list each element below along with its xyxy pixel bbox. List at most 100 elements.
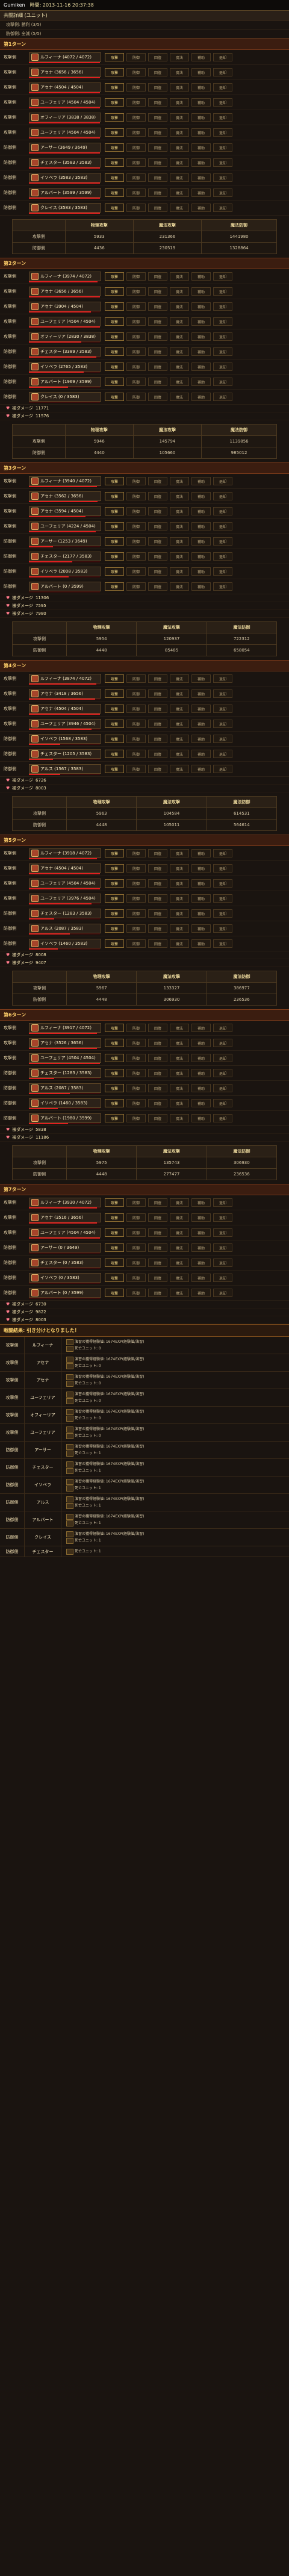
action-button[interactable]: 回復 bbox=[148, 552, 167, 561]
action-button[interactable]: 魔法 bbox=[170, 317, 189, 326]
unit-card[interactable]: ルフィーナ (3917 / 4072) bbox=[29, 1023, 101, 1033]
action-button[interactable]: 補助 bbox=[191, 272, 211, 281]
unit-card[interactable]: ルフィーナ (3874 / 4072) bbox=[29, 674, 101, 683]
action-button[interactable]: 退却 bbox=[213, 552, 232, 561]
action-button[interactable]: 補助 bbox=[191, 552, 211, 561]
action-button[interactable]: 補助 bbox=[191, 522, 211, 530]
action-button[interactable]: 魔法 bbox=[170, 378, 189, 386]
action-button[interactable]: 退却 bbox=[213, 1039, 232, 1047]
action-button[interactable]: 補助 bbox=[191, 720, 211, 728]
action-button[interactable]: 回復 bbox=[148, 393, 167, 401]
action-button[interactable]: 攻撃 bbox=[105, 705, 124, 713]
action-button[interactable]: 回復 bbox=[148, 173, 167, 182]
action-button[interactable]: 魔法 bbox=[170, 582, 189, 591]
action-button[interactable]: 退却 bbox=[213, 1228, 232, 1237]
action-button[interactable]: 攻撃 bbox=[105, 1084, 124, 1092]
action-button[interactable]: 補助 bbox=[191, 68, 211, 76]
action-button[interactable]: 退却 bbox=[213, 1274, 232, 1282]
unit-card[interactable]: ルフィーナ (3974 / 4072) bbox=[29, 272, 101, 281]
action-button[interactable]: 補助 bbox=[191, 477, 211, 485]
action-button[interactable]: 魔法 bbox=[170, 674, 189, 683]
action-button[interactable]: 回復 bbox=[148, 894, 167, 903]
action-button[interactable]: 回復 bbox=[148, 735, 167, 743]
action-button[interactable]: 攻撃 bbox=[105, 317, 124, 326]
action-button[interactable]: 退却 bbox=[213, 204, 232, 212]
action-button[interactable]: 回復 bbox=[148, 1024, 167, 1032]
action-button[interactable]: 補助 bbox=[191, 287, 211, 296]
unit-card[interactable]: アーサー (0 / 3649) bbox=[29, 1243, 101, 1252]
action-button[interactable]: 魔法 bbox=[170, 1114, 189, 1122]
action-button[interactable]: 回復 bbox=[148, 287, 167, 296]
unit-card[interactable]: イソベラ (0 / 3583) bbox=[29, 1273, 101, 1283]
action-button[interactable]: 退却 bbox=[213, 143, 232, 152]
action-button[interactable]: 補助 bbox=[191, 567, 211, 576]
action-button[interactable]: 攻撃 bbox=[105, 113, 124, 122]
action-button[interactable]: 攻撃 bbox=[105, 128, 124, 137]
action-button[interactable]: 攻撃 bbox=[105, 1243, 124, 1252]
action-button[interactable]: 回復 bbox=[148, 879, 167, 888]
action-button[interactable]: 回復 bbox=[148, 113, 167, 122]
action-button[interactable]: 魔法 bbox=[170, 1084, 189, 1092]
action-button[interactable]: 魔法 bbox=[170, 1258, 189, 1267]
unit-card[interactable]: オフィーリア (2830 / 3838) bbox=[29, 332, 101, 341]
action-button[interactable]: 退却 bbox=[213, 317, 232, 326]
action-button[interactable]: 回復 bbox=[148, 1258, 167, 1267]
action-button[interactable]: 補助 bbox=[191, 879, 211, 888]
action-button[interactable]: 退却 bbox=[213, 705, 232, 713]
action-button[interactable]: 攻撃 bbox=[105, 158, 124, 167]
action-button[interactable]: 魔法 bbox=[170, 1099, 189, 1107]
action-button[interactable]: 防御 bbox=[126, 750, 146, 758]
action-button[interactable]: 補助 bbox=[191, 83, 211, 92]
action-button[interactable]: 魔法 bbox=[170, 1213, 189, 1222]
action-button[interactable]: 退却 bbox=[213, 522, 232, 530]
unit-card[interactable]: イソベラ (2765 / 3583) bbox=[29, 362, 101, 372]
action-button[interactable]: 攻撃 bbox=[105, 1069, 124, 1077]
action-button[interactable]: 魔法 bbox=[170, 98, 189, 107]
action-button[interactable]: 防御 bbox=[126, 1039, 146, 1047]
action-button[interactable]: 補助 bbox=[191, 302, 211, 311]
action-button[interactable]: 攻撃 bbox=[105, 1099, 124, 1107]
unit-card[interactable]: オフィーリア (3838 / 3838) bbox=[29, 113, 101, 122]
action-button[interactable]: 防御 bbox=[126, 1069, 146, 1077]
action-button[interactable]: 防御 bbox=[126, 98, 146, 107]
action-button[interactable]: 退却 bbox=[213, 477, 232, 485]
action-button[interactable]: 退却 bbox=[213, 909, 232, 918]
action-button[interactable]: 回復 bbox=[148, 765, 167, 773]
action-button[interactable]: 防御 bbox=[126, 537, 146, 546]
action-button[interactable]: 攻撃 bbox=[105, 477, 124, 485]
action-button[interactable]: 防御 bbox=[126, 879, 146, 888]
action-button[interactable]: 魔法 bbox=[170, 492, 189, 500]
action-button[interactable]: 攻撃 bbox=[105, 879, 124, 888]
action-button[interactable]: 攻撃 bbox=[105, 537, 124, 546]
action-button[interactable]: 補助 bbox=[191, 735, 211, 743]
action-button[interactable]: 退却 bbox=[213, 393, 232, 401]
action-button[interactable]: 防御 bbox=[126, 378, 146, 386]
action-button[interactable]: 退却 bbox=[213, 765, 232, 773]
action-button[interactable]: 退却 bbox=[213, 582, 232, 591]
action-button[interactable]: 魔法 bbox=[170, 1289, 189, 1297]
action-button[interactable]: 退却 bbox=[213, 332, 232, 341]
action-button[interactable]: 防御 bbox=[126, 522, 146, 530]
action-button[interactable]: 補助 bbox=[191, 1069, 211, 1077]
unit-card[interactable]: アルバート (3599 / 3599) bbox=[29, 188, 101, 198]
action-button[interactable]: 防御 bbox=[126, 53, 146, 61]
action-button[interactable]: 回復 bbox=[148, 522, 167, 530]
action-button[interactable]: 回復 bbox=[148, 507, 167, 515]
action-button[interactable]: 魔法 bbox=[170, 272, 189, 281]
action-button[interactable]: 攻撃 bbox=[105, 909, 124, 918]
action-button[interactable]: 魔法 bbox=[170, 849, 189, 857]
action-button[interactable]: 退却 bbox=[213, 1099, 232, 1107]
action-button[interactable]: 魔法 bbox=[170, 1054, 189, 1062]
action-button[interactable]: 回復 bbox=[148, 1099, 167, 1107]
unit-card[interactable]: アーサー (1253 / 3649) bbox=[29, 537, 101, 546]
action-button[interactable]: 攻撃 bbox=[105, 302, 124, 311]
action-button[interactable]: 攻撃 bbox=[105, 332, 124, 341]
action-button[interactable]: 魔法 bbox=[170, 689, 189, 698]
action-button[interactable]: 回復 bbox=[148, 347, 167, 356]
action-button[interactable]: 防御 bbox=[126, 158, 146, 167]
unit-card[interactable]: ルフィーナ (3930 / 4072) bbox=[29, 1198, 101, 1207]
action-button[interactable]: 退却 bbox=[213, 188, 232, 197]
action-button[interactable]: 攻撃 bbox=[105, 894, 124, 903]
action-button[interactable]: 防御 bbox=[126, 143, 146, 152]
action-button[interactable]: 魔法 bbox=[170, 53, 189, 61]
